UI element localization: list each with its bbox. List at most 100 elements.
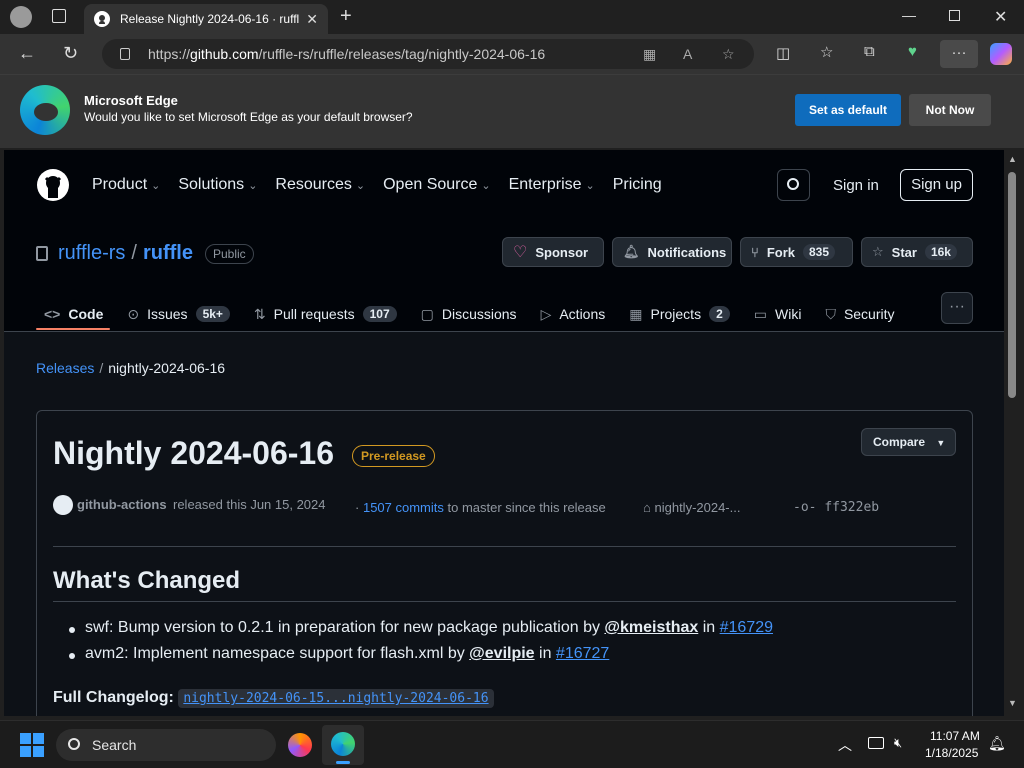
star-button[interactable]: ☆ Star 16k [861,237,973,267]
notifications-button[interactable]: 🔔︎ Notifications [612,237,732,267]
set-as-default-button[interactable]: Set as default [795,94,901,126]
url-host: github.com [190,46,259,62]
tab-projects[interactable]: ▦ Projects 2 [629,300,730,328]
release-actor-link[interactable]: github-actions [77,497,167,512]
edge-taskbar-icon[interactable] [322,725,364,765]
close-tab-icon[interactable]: ✕ [306,11,318,28]
chevron-down-icon: ⌄ [248,180,258,192]
heart-icon: ♡ [513,244,528,261]
browser-essentials-icon[interactable]: ♥ [908,43,917,60]
bell-icon: 🔔︎ [623,244,640,259]
banner-message: Would you like to set Microsoft Edge as … [84,110,413,124]
github-actions-avatar[interactable] [53,495,73,515]
search-icon [787,178,799,190]
fork-button[interactable]: ⑂ Fork 835 [740,237,853,267]
release-title: Nightly 2024-06-16 [53,435,335,471]
read-aloud-icon[interactable]: A [683,39,692,69]
kebab-icon: ··· [949,298,965,315]
tab-actions-icon[interactable] [52,9,66,23]
table-icon: ▦ [629,305,643,322]
sponsor-button[interactable]: ♡ Sponsor [502,237,604,267]
tab-pull-requests[interactable]: ⇅ Pull requests 107 [254,300,397,328]
github-logo-icon[interactable] [36,168,70,202]
firefox-icon[interactable] [288,733,312,757]
nav-open-source[interactable]: Open Source ⌄ [383,176,491,194]
breadcrumb-separator: / [99,360,104,376]
lock-icon [120,48,130,60]
volume-muted-icon[interactable]: 🔇︎ [894,735,902,751]
compare-button[interactable]: Compare ▼ [861,428,956,456]
windows-start-icon[interactable] [20,733,44,757]
pr-link[interactable]: #16729 [720,619,773,636]
pr-link[interactable]: #16727 [556,645,609,662]
full-changelog-link[interactable]: nightly-2024-06-15...nightly-2024-06-16 [178,689,494,708]
sign-in-link[interactable]: Sign in [833,177,879,194]
tab-wiki[interactable]: ▭ Wiki [754,300,802,328]
release-tag[interactable]: ⌂ nightly-2024-... [643,500,740,515]
tag-icon: ⌂ [643,500,651,515]
new-tab-icon[interactable]: + [340,5,352,28]
back-icon[interactable]: ← [18,43,36,64]
favorites-icon[interactable]: ☆ [820,43,833,61]
nav-solutions[interactable]: Solutions ⌄ [178,176,257,194]
book-icon: ▭ [753,305,767,322]
collections-icon[interactable]: ⧉ [864,43,875,60]
list-item: avm2: Implement namespace support for fl… [68,645,773,663]
user-link[interactable]: @kmeisthax [604,619,698,636]
chevron-up-icon[interactable]: ︿ [838,735,852,755]
profile-icon[interactable] [10,6,32,28]
whats-changed-heading: What's Changed [53,567,241,594]
pull-requests-count: 107 [362,306,397,322]
active-tab[interactable]: Release Nightly 2024-06-16 · ruffl ✕ [84,4,328,34]
tab-actions[interactable]: ▷ Actions [541,300,606,328]
commits-link[interactable]: 1507 commits [363,500,444,515]
scroll-thumb[interactable] [1008,172,1016,398]
tab-security[interactable]: ⛉ Security [825,300,894,328]
nav-resources[interactable]: Resources ⌄ [275,176,365,194]
tab-issues[interactable]: ⊙ Issues 5k+ [127,300,230,328]
refresh-icon[interactable]: ↻ [63,43,78,64]
nav-product[interactable]: Product ⌄ [92,176,160,194]
taskbar-time[interactable]: 11:07 AM [930,729,980,743]
chevron-down-icon: ⌄ [355,180,366,192]
tab-discussions[interactable]: ▢ Discussions [421,300,517,328]
sign-up-button[interactable]: Sign up [900,169,973,201]
notifications-bell-icon[interactable]: 🔔︎ [988,735,1006,752]
more-tabs-button[interactable]: ··· [941,292,973,324]
close-window-icon[interactable]: ✕ [994,7,1007,27]
scroll-up-icon[interactable]: ▲ [1008,154,1017,164]
divider [53,546,956,547]
network-icon[interactable] [868,737,884,749]
tab-code[interactable]: <> Code [44,300,103,328]
minimize-icon[interactable]: — [902,7,916,23]
releases-link[interactable]: Releases [36,360,94,376]
repo-name-link[interactable]: ruffle [143,242,193,265]
page-scrollbar[interactable]: ▲ ▼ [1004,150,1024,716]
nav-enterprise[interactable]: Enterprise ⌄ [509,176,595,194]
nav-pricing[interactable]: Pricing [613,176,662,194]
taskbar-search[interactable]: Search [56,729,276,761]
favorite-star-icon[interactable]: ☆ [722,39,735,69]
github-header: Product ⌄ Solutions ⌄ Resources ⌄ Open Sour… [4,150,1004,220]
search-button[interactable] [777,169,810,201]
tab-title: Release Nightly 2024-06-16 · ruffl [120,12,300,26]
fork-count: 835 [802,244,836,260]
scroll-down-icon[interactable]: ▼ [1008,698,1017,708]
commit-sha[interactable]: -o- ff322eb [793,500,879,515]
url-field[interactable]: https://github.com/ruffle-rs/ruffle/rele… [102,39,754,69]
github-main-nav: Product ⌄ Solutions ⌄ Resources ⌄ Open Sour… [92,176,662,194]
repo-icon [36,246,48,261]
restore-icon[interactable] [949,10,960,21]
play-icon: ▷ [540,305,552,322]
repo-owner-link[interactable]: ruffle-rs [58,242,125,265]
address-bar-row: ← ↻ https://github.com/ruffle-rs/ruffle/… [0,34,1024,74]
app-available-icon[interactable]: ▦ [643,39,656,69]
split-screen-icon[interactable]: ◫ [776,44,790,62]
not-now-button[interactable]: Not Now [909,94,991,126]
user-link[interactable]: @evilpie [469,645,534,662]
copilot-icon[interactable] [990,43,1012,65]
url-path: /ruffle-rs/ruffle/releases/tag/nightly-2… [258,46,546,62]
default-browser-banner: Microsoft Edge Would you like to set Mic… [0,74,1024,148]
settings-more-icon[interactable]: ··· [940,40,978,68]
taskbar-date[interactable]: 1/18/2025 [925,746,978,760]
